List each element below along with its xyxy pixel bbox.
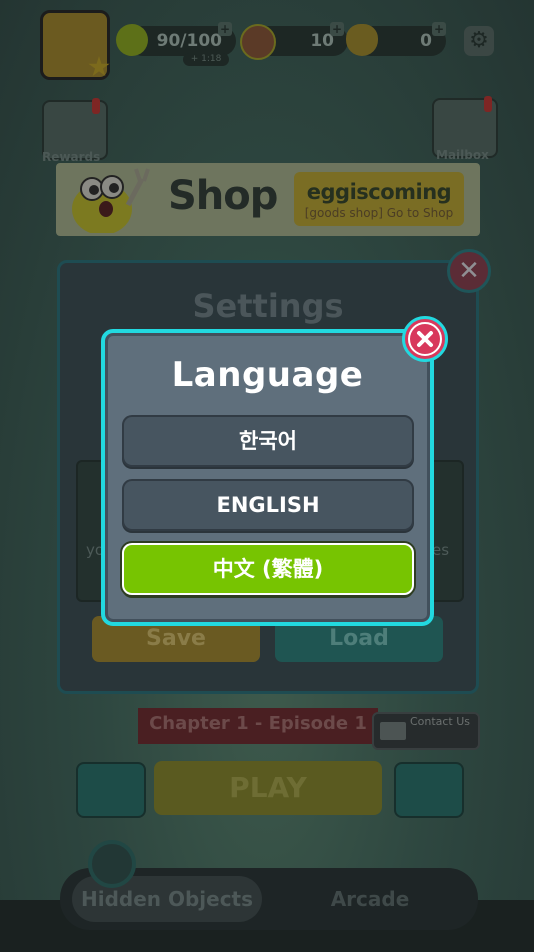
shop-banner[interactable]: Shop eggiscoming [goods shop] Go to Shop [56,163,480,236]
settings-row-text-right: es [432,541,450,559]
tab-arcade[interactable]: Arcade [300,876,440,922]
mascot-icon [72,168,150,233]
language-option-english[interactable]: ENGLISH [122,479,414,531]
eggs-value: 0 [420,31,432,51]
play-button[interactable]: PLAY [154,761,382,815]
gear-icon[interactable]: ⚙ [464,26,494,56]
shop-subtitle: [goods shop] Go to Shop [304,206,454,220]
coin-icon [240,24,276,60]
chapter-banner: Chapter 1 - Episode 1 [138,708,378,744]
egg-icon [346,24,378,56]
language-close-button[interactable] [402,316,448,362]
coins-plus-button[interactable]: + [330,22,344,36]
language-option-korean[interactable]: 한국어 [122,415,414,467]
energy-timer: + 1:18 [183,53,229,66]
contact-us-label: Contact Us [409,715,471,728]
energy-plus-button[interactable]: + [218,22,232,36]
shop-link-card[interactable]: eggiscoming [goods shop] Go to Shop [294,172,464,226]
shop-title: Shop [168,173,278,219]
mailbox-badge [484,96,492,112]
list-menu-button[interactable] [394,762,464,818]
rewards-label: Rewards [42,150,101,164]
hud-bar: 90/100 + + 1:18 10 + 0 + ⚙ [0,0,534,90]
close-icon [408,322,442,356]
language-option-chinese-traditional[interactable]: 中文 (繁體) [122,543,414,595]
magnifier-icon [88,840,136,888]
mailbox-label: Mailbox [436,148,489,162]
energy-icon [116,24,148,56]
language-dialog: Language 한국어 ENGLISH 中文 (繁體) [101,329,434,626]
envelope-icon [380,722,406,740]
shop-brand: eggiscoming [306,180,452,204]
eggs-plus-button[interactable]: + [432,22,446,36]
language-title: Language [171,355,364,395]
rewards-badge [92,98,100,114]
energy-value: 90/100 [156,31,222,51]
collection-button[interactable] [76,762,146,818]
settings-close-button[interactable]: ✕ [447,249,491,293]
